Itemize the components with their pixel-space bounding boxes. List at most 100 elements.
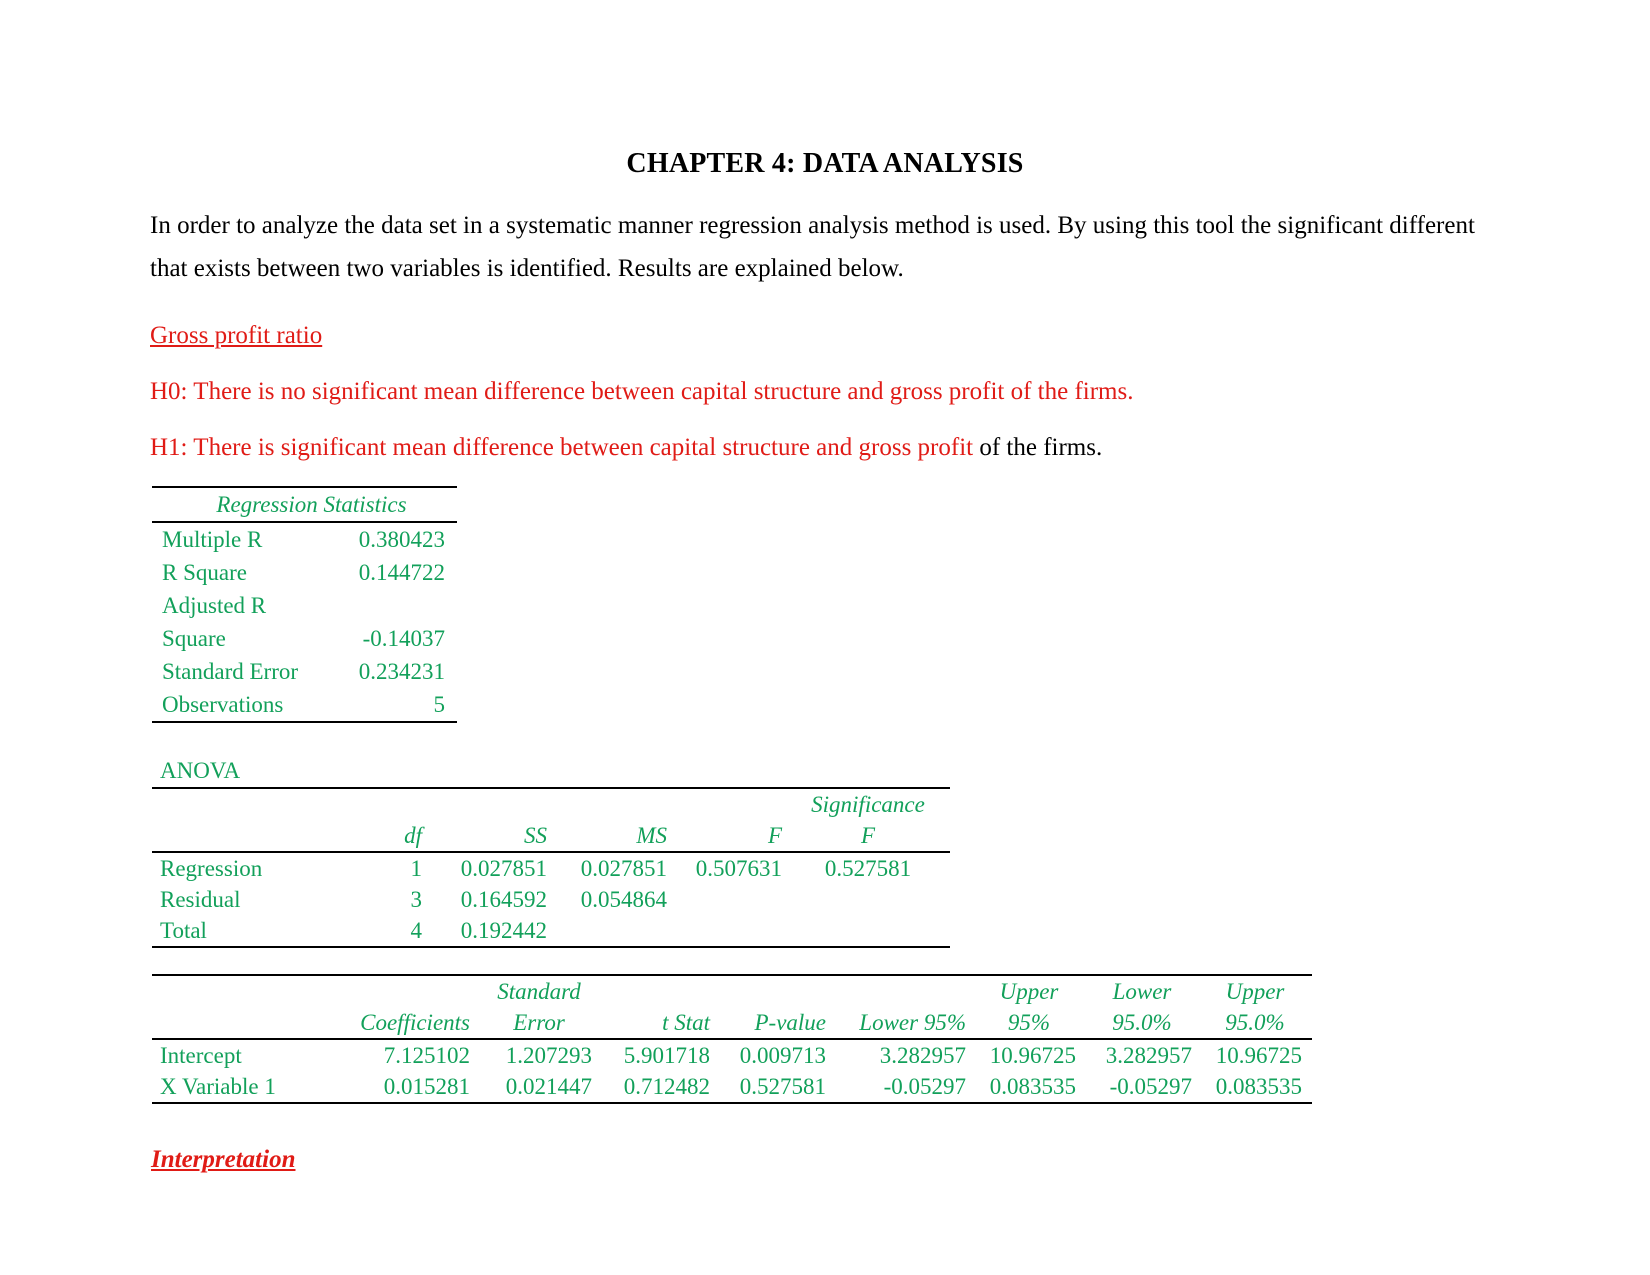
document-page: CHAPTER 4: DATA ANALYSIS In order to ana…: [0, 0, 1650, 1275]
row-value: -0.14037: [362, 626, 445, 651]
table-row: Standard Error 0.234231: [152, 655, 457, 688]
row-label: Intercept: [160, 1043, 242, 1068]
header-upper-95-line1: Upper: [976, 974, 1086, 1007]
cell-upper-95: 10.96725: [989, 1043, 1076, 1068]
cell-standard-error: 0.021447: [480, 1071, 602, 1104]
table-row: Multiple R 0.380423: [152, 522, 457, 556]
header-upper-950-line1: Upper: [1202, 974, 1312, 1007]
row-value: [305, 589, 458, 622]
table-row: X Variable 1 0.015281 0.021447 0.712482 …: [152, 1071, 1312, 1104]
table-row: Square -0.14037: [152, 622, 457, 655]
cell-f: [675, 915, 790, 948]
cell-coefficient: 0.015281: [328, 1071, 480, 1104]
header-ms: MS: [555, 820, 675, 853]
header-ss: SS: [430, 820, 555, 853]
header-blank: [152, 974, 328, 1007]
header-upper-950-line2: 95.0%: [1202, 1007, 1312, 1040]
table-row: Adjusted R: [152, 589, 457, 622]
header-spacer: [328, 974, 480, 1007]
intro-paragraph: In order to analyze the data set in a sy…: [150, 212, 1475, 282]
page-title: CHAPTER 4: DATA ANALYSIS: [626, 148, 1024, 179]
header-p-value: P-value: [720, 1007, 836, 1040]
regression-statistics-table-wrap: Regression Statistics Multiple R 0.38042…: [150, 468, 1500, 723]
row-value: 0.144722: [358, 560, 445, 585]
header-df: df: [340, 820, 430, 853]
table-row: R Square 0.144722: [152, 556, 457, 589]
cell-f: [675, 884, 790, 915]
cell-ms: 0.027851: [580, 856, 667, 881]
hypothesis-h1-red-part: H1: There is significant mean difference…: [150, 434, 974, 461]
anova-header-row-1: Significance: [152, 789, 950, 820]
cell-coefficient: 7.125102: [383, 1043, 470, 1068]
row-value: 0.234231: [358, 659, 445, 684]
cell-significance-f: [790, 884, 950, 915]
coefficients-header-row-2: Coefficients Error t Stat P-value Lower …: [152, 1007, 1312, 1040]
header-spacer: [555, 789, 675, 820]
table-header-row: Regression Statistics: [152, 486, 457, 523]
cell-significance-f: [790, 915, 950, 948]
anova-header-row-2: df SS MS F F: [152, 820, 950, 853]
cell-lower-950: 3.282957: [1105, 1043, 1192, 1068]
section-heading-gross-profit-ratio: Gross profit ratio: [150, 322, 323, 349]
row-value: 0.380423: [358, 527, 445, 552]
cell-lower-950: -0.05297: [1086, 1071, 1202, 1104]
header-blank: [152, 820, 340, 853]
row-label: Total: [152, 915, 340, 948]
header-lower-95: Lower 95%: [836, 1007, 976, 1040]
cell-t-stat: 0.712482: [602, 1071, 720, 1104]
cell-df: 3: [410, 887, 423, 912]
regression-statistics-table: Regression Statistics Multiple R 0.38042…: [152, 486, 457, 723]
header-spacer: [430, 789, 555, 820]
hypothesis-h0: H0: There is no significant mean differe…: [150, 378, 1134, 405]
header-significance-f-line1: Significance: [811, 792, 925, 817]
cell-upper-950: 0.083535: [1202, 1071, 1312, 1104]
cell-lower-95: -0.05297: [836, 1071, 976, 1104]
header-spacer: [675, 789, 790, 820]
coefficients-header-row-1: Standard Upper Lower Upper: [152, 974, 1312, 1007]
header-standard-error-line1: Standard: [480, 974, 602, 1007]
row-label: R Square: [162, 560, 247, 585]
section-heading-wrap: Gross profit ratio: [150, 290, 1500, 356]
cell-ss: 0.192442: [430, 915, 555, 948]
anova-title: ANOVA: [160, 758, 241, 783]
header-t-stat: t Stat: [602, 1007, 720, 1040]
cell-ss: 0.164592: [460, 887, 547, 912]
row-label: X Variable 1: [152, 1071, 328, 1104]
header-spacer: [720, 974, 836, 1007]
row-label: Multiple R: [162, 527, 263, 552]
row-label: Residual: [160, 887, 241, 912]
row-value: 5: [304, 688, 457, 723]
cell-lower-95: 3.282957: [879, 1043, 966, 1068]
header-spacer: [340, 789, 430, 820]
row-label: Standard Error: [162, 659, 299, 684]
hypothesis-h1-black-part: of the firms.: [973, 434, 1103, 461]
header-f: F: [675, 820, 790, 853]
header-lower-950-line1: Lower: [1086, 974, 1202, 1007]
header-lower-950-line2: 95.0%: [1086, 1007, 1202, 1040]
cell-df: 4: [340, 915, 430, 948]
header-blank: [152, 1007, 328, 1040]
cell-upper-95: 0.083535: [976, 1071, 1086, 1104]
interpretation-heading: Interpretation: [151, 1146, 296, 1173]
cell-p-value: 0.009713: [739, 1043, 826, 1068]
cell-f: 0.507631: [695, 856, 782, 881]
cell-ms: 0.054864: [580, 887, 667, 912]
header-standard-error-line2: Error: [480, 1007, 602, 1040]
row-label: Regression: [160, 856, 263, 881]
coefficients-table: Standard Upper Lower Upper Coefficients …: [152, 974, 1312, 1104]
table-row: Total 4 0.192442: [152, 915, 950, 948]
interpretation-heading-wrap: Interpretation: [150, 1104, 1500, 1174]
header-spacer: [836, 974, 976, 1007]
table-row: Observations 5: [152, 688, 457, 723]
cell-t-stat: 5.901718: [623, 1043, 710, 1068]
cell-upper-950: 10.96725: [1215, 1043, 1302, 1068]
cell-ms: [555, 915, 675, 948]
table-row: Residual 3 0.164592 0.054864: [152, 884, 950, 915]
row-label: Observations: [152, 688, 305, 723]
table-row: Regression 1 0.027851 0.027851 0.507631 …: [152, 852, 950, 884]
coefficients-table-wrap: Standard Upper Lower Upper Coefficients …: [150, 948, 1500, 1104]
cell-df: 1: [410, 856, 423, 881]
table-row: Intercept 7.125102 1.207293 5.901718 0.0…: [152, 1039, 1312, 1071]
row-label: Square: [162, 626, 226, 651]
hypothesis-h1: H1: There is significant mean difference…: [150, 412, 1500, 468]
